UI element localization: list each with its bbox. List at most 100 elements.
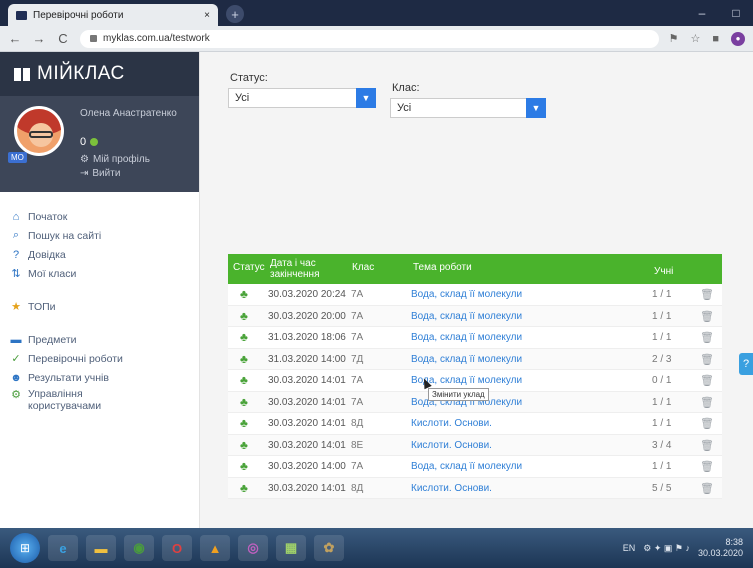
address-bar[interactable]: myklas.com.ua/testwork [80, 29, 659, 48]
app-icon[interactable]: ◎ [238, 535, 268, 561]
vlc-icon[interactable]: ▲ [200, 535, 230, 561]
folder-icon[interactable]: ▬ [86, 535, 116, 561]
trash-icon[interactable]: 🗑 [700, 331, 714, 344]
table-row[interactable]: ♣ 30.03.2020 20:00 7А Вода, склад її молеку… [228, 305, 722, 327]
row-topic-link[interactable]: Вода, склад її молекули [411, 332, 522, 343]
brand-logo[interactable]: МІЙКЛАС [0, 52, 199, 96]
browser-tab[interactable]: Перевірочні роботи × [8, 4, 218, 26]
bookmark-star-icon[interactable]: ☆ [690, 32, 700, 45]
trash-icon[interactable]: 🗑 [700, 417, 714, 430]
trash-icon[interactable]: 🗑 [700, 374, 714, 387]
row-class: 7А [351, 289, 364, 300]
user-score: 0 [80, 136, 99, 148]
avatar[interactable] [14, 106, 64, 156]
sidebar-item-tops[interactable]: ★ ТОПи [10, 298, 199, 315]
row-student-count: 2 / 3 [652, 353, 672, 365]
row-date: 30.03.2020 20:00 [268, 310, 346, 322]
row-class: 8Д [351, 418, 364, 429]
sidebar-item-search[interactable]: ⌕ Пошук на сайті [10, 227, 199, 244]
column-header-class[interactable]: Клас [352, 262, 374, 273]
chevron-down-icon[interactable]: ▼ [526, 98, 546, 118]
translate-icon[interactable]: ⚑ [669, 32, 679, 45]
table-header: Статус Дата і час закінчення Клас Тема р… [228, 254, 722, 284]
browser-tabstrip: Перевірочні роботи × + – □ [0, 0, 753, 26]
trash-icon[interactable]: 🗑 [700, 396, 714, 409]
row-student-count: 0 / 1 [652, 375, 672, 386]
url-text: myklas.com.ua/testwork [103, 33, 210, 44]
table-row[interactable]: ♣ 30.03.2020 20:24 7А Вода, склад її молеку… [228, 284, 722, 306]
trash-icon[interactable]: 🗑 [700, 353, 714, 366]
row-topic-link[interactable]: Кислоти. Основи. [411, 418, 492, 429]
row-topic-link[interactable]: Вода, склад її молекули [411, 354, 522, 365]
table-row[interactable]: ♣ 31.03.2020 18:06 7А Вода, склад її молеку… [228, 327, 722, 349]
row-topic-link[interactable]: Кислоти. Основи. [411, 440, 492, 451]
status-tree-icon: ♣ [240, 330, 248, 344]
sidebar-item-user-management[interactable]: ⚙ Управління користувачами [10, 388, 199, 414]
row-date: 30.03.2020 14:01 [268, 482, 346, 494]
my-profile-link[interactable]: ⚙ Мій профіль [80, 154, 150, 165]
table-row[interactable]: ♣ 30.03.2020 14:01 8Д Кислоти. Основи. 1 / 1… [228, 413, 722, 435]
gem-icon [90, 138, 99, 146]
table-row[interactable]: ♣ 30.03.2020 14:01 8Д Кислоти. Основи. 5 / 5… [228, 477, 722, 499]
table-row[interactable]: ♣ 30.03.2020 14:00 7А Вода, склад її молеку… [228, 456, 722, 478]
browser-toolbar: ← → C myklas.com.ua/testwork ⚑ ☆ ■ ● [0, 26, 753, 52]
ie-icon[interactable]: e [48, 535, 78, 561]
sidebar-item-test-works[interactable]: ✓ Перевірочні роботи [10, 350, 199, 367]
maximize-icon[interactable]: □ [719, 6, 753, 20]
trash-icon[interactable]: 🗑 [700, 439, 714, 452]
column-header-topic[interactable]: Тема роботи [413, 262, 472, 273]
opera-icon[interactable]: O [162, 535, 192, 561]
sidebar-item-my-classes[interactable]: ⇅ Мої класи [10, 265, 199, 282]
clock[interactable]: 8:38 30.03.2020 [698, 537, 743, 559]
language-indicator[interactable]: EN [623, 543, 636, 553]
app-icon-3[interactable]: ✿ [314, 535, 344, 561]
logout-link[interactable]: ⇥ Вийти [80, 168, 120, 179]
row-topic-link[interactable]: Вода, склад її молекули [411, 461, 522, 472]
chevron-down-icon[interactable]: ▼ [356, 88, 376, 108]
check-circle-icon: ✓ [11, 353, 21, 365]
browser-profile-icon[interactable]: ● [731, 31, 745, 46]
back-button[interactable]: ← [8, 31, 22, 46]
sidebar-item-student-results[interactable]: ☻ Результати учнів [10, 369, 199, 386]
chrome-icon[interactable]: ◉ [124, 535, 154, 561]
trash-icon[interactable]: 🗑 [700, 460, 714, 473]
status-tree-icon: ♣ [240, 287, 248, 301]
status-tree-icon: ♣ [240, 373, 248, 387]
sidebar-item-subjects[interactable]: ▬ Предмети [10, 331, 199, 348]
sidebar-item-home[interactable]: ⌂ Початок [10, 208, 199, 225]
table-row[interactable]: ♣ 30.03.2020 14:01 8Е Кислоти. Основи. 3 / 4… [228, 434, 722, 456]
tray-icons[interactable]: ⚙ ✦ ▣ ⚑ ♪ [643, 543, 690, 554]
column-header-date[interactable]: Дата і час закінчення [270, 258, 330, 280]
class-filter-label: Клас: [392, 82, 420, 94]
row-date: 31.03.2020 18:06 [268, 332, 346, 343]
row-topic-link[interactable]: Вода, склад її молекули [411, 289, 522, 300]
minimize-icon[interactable]: – [685, 6, 719, 20]
tab-close-icon[interactable]: × [204, 10, 210, 21]
new-tab-button[interactable]: + [226, 5, 244, 23]
app-icon-2[interactable]: ▦ [276, 535, 306, 561]
column-header-students[interactable]: Учні [654, 266, 673, 277]
column-header-status[interactable]: Статус [233, 262, 265, 273]
row-date: 30.03.2020 14:01 [268, 418, 346, 429]
trash-icon[interactable]: 🗑 [700, 310, 714, 323]
table-row[interactable]: ♣ 31.03.2020 14:00 7Д Вода, склад її молеку… [228, 348, 722, 370]
row-class: 7А [351, 332, 364, 343]
clock-time: 8:38 [725, 537, 743, 547]
trash-icon[interactable]: 🗑 [700, 482, 714, 495]
extension-icon[interactable]: ■ [712, 33, 719, 45]
start-button[interactable]: ⊞ [10, 533, 40, 563]
tooltip: Змінити уклад [428, 388, 489, 401]
clock-date: 30.03.2020 [697, 548, 743, 558]
reload-button[interactable]: C [56, 31, 70, 46]
class-select[interactable]: Усі ▼ [390, 98, 546, 118]
trash-icon[interactable]: 🗑 [700, 288, 714, 301]
row-topic-link[interactable]: Кислоти. Основи. [411, 483, 492, 494]
forward-button[interactable]: → [32, 31, 46, 46]
sidebar-item-help[interactable]: ? Довідка [10, 246, 199, 263]
help-tab-button[interactable]: ? [739, 353, 753, 375]
row-student-count: 1 / 1 [652, 332, 672, 343]
sidebar-nav: ⌂ Початок ⌕ Пошук на сайті ? Довідка ⇅ М… [0, 192, 199, 414]
status-select[interactable]: Усі ▼ [228, 88, 376, 108]
score-value: 0 [80, 136, 87, 148]
row-topic-link[interactable]: Вода, склад її молекули [411, 311, 522, 322]
